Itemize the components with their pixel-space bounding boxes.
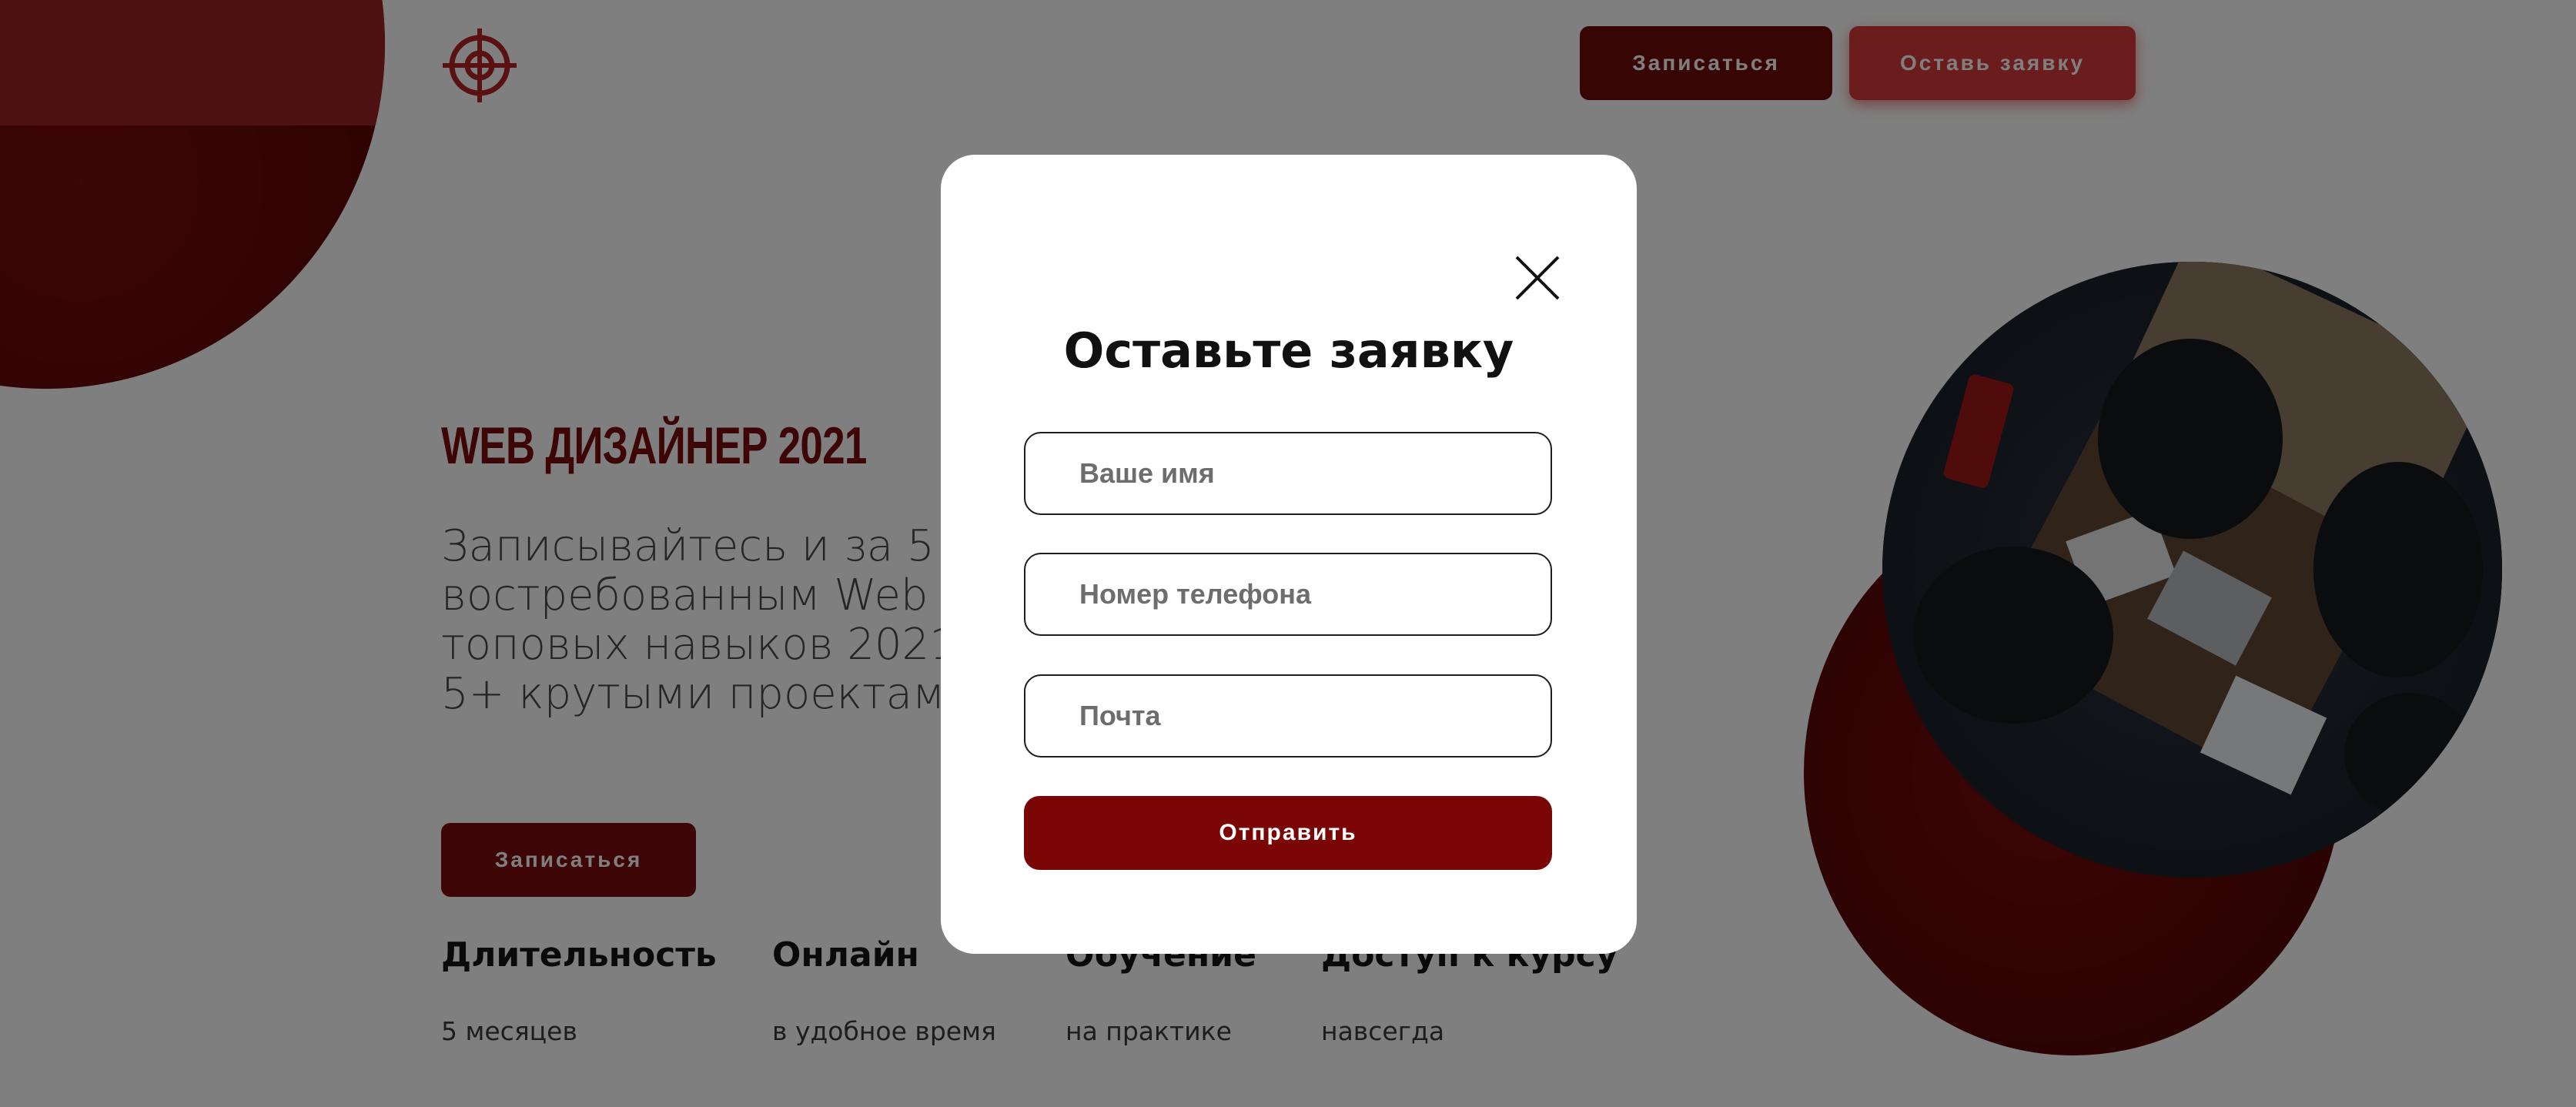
name-input[interactable] xyxy=(1024,432,1552,515)
email-input[interactable] xyxy=(1024,674,1552,758)
application-modal: Оставьте заявку Отправить xyxy=(941,155,1637,954)
phone-input[interactable] xyxy=(1024,553,1552,636)
close-icon[interactable] xyxy=(1510,251,1564,305)
submit-button[interactable]: Отправить xyxy=(1024,796,1552,870)
modal-title: Оставьте заявку xyxy=(1063,323,1514,379)
